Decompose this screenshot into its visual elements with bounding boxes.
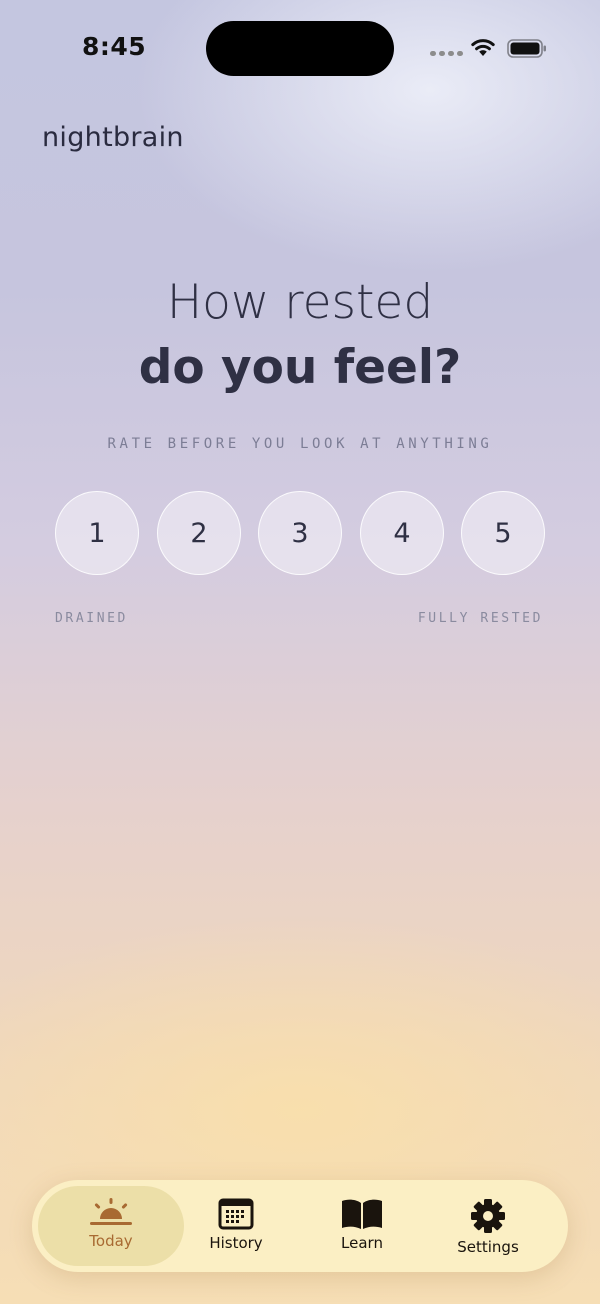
gear-icon (471, 1199, 505, 1233)
tab-learn[interactable]: Learn (299, 1180, 425, 1272)
question-line-1: How rested (166, 275, 434, 330)
app-brand: nightbrain (42, 122, 184, 153)
rating-button-5[interactable]: 5 (461, 491, 545, 575)
tab-learn-label: Learn (341, 1234, 383, 1252)
question-line-2: do you feel? (138, 340, 462, 395)
wifi-icon (471, 39, 495, 56)
battery-icon (507, 39, 546, 58)
tab-bar: Today History Learn Settings (32, 1180, 568, 1272)
dynamic-island (206, 21, 394, 76)
rating-instruction: RATE BEFORE YOU LOOK AT ANYTHING (107, 436, 493, 452)
cellular-signal-icon (430, 51, 463, 56)
rating-button-1[interactable]: 1 (55, 491, 139, 575)
tab-today[interactable]: Today (48, 1180, 174, 1272)
sunrise-icon (90, 1198, 132, 1225)
calendar-icon (218, 1198, 254, 1230)
rating-button-4[interactable]: 4 (360, 491, 444, 575)
status-time: 8:45 (82, 32, 147, 61)
rating-scale: 1 2 3 4 5 (55, 491, 545, 575)
rating-button-2[interactable]: 2 (157, 491, 241, 575)
rating-button-3[interactable]: 3 (258, 491, 342, 575)
book-icon (342, 1199, 382, 1229)
tab-history-label: History (209, 1234, 263, 1252)
tab-history[interactable]: History (173, 1180, 299, 1272)
scale-high-label: FULLY RESTED (417, 611, 543, 626)
scale-low-label: DRAINED (55, 611, 128, 626)
tab-settings-label: Settings (457, 1238, 519, 1256)
tab-settings[interactable]: Settings (425, 1180, 551, 1272)
status-bar: 8:45 (0, 0, 600, 96)
tab-today-label: Today (89, 1232, 133, 1250)
